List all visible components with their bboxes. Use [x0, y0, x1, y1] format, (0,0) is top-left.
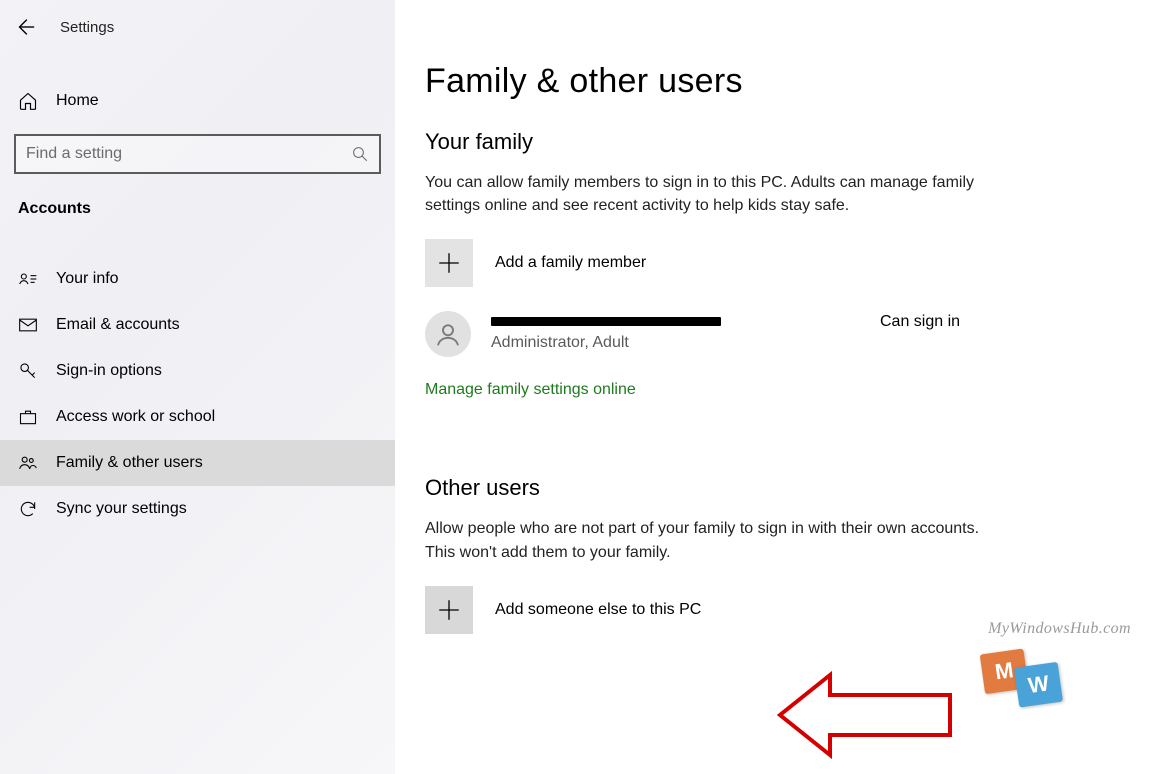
key-icon — [18, 361, 38, 381]
family-description: You can allow family members to sign in … — [425, 171, 985, 217]
plus-icon — [425, 239, 473, 287]
other-description: Allow people who are not part of your fa… — [425, 517, 985, 563]
app-title: Settings — [60, 19, 114, 36]
people-icon — [18, 453, 38, 473]
home-icon — [18, 91, 38, 111]
sidebar-item-access-work-school[interactable]: Access work or school — [0, 394, 395, 440]
sync-icon — [18, 499, 38, 519]
page-title: Family & other users — [425, 62, 1139, 101]
member-info: Administrator, Adult — [491, 317, 721, 352]
sidebar-item-label: Sync your settings — [56, 500, 187, 518]
add-other-user-label: Add someone else to this PC — [495, 601, 701, 619]
user-card-icon — [18, 269, 38, 289]
back-icon[interactable] — [14, 16, 36, 38]
member-role: Administrator, Adult — [491, 334, 721, 352]
sidebar-nav: Your info Email & accounts Sign-in optio… — [0, 256, 395, 532]
nav-home[interactable]: Home — [0, 78, 395, 124]
sidebar-section-label: Accounts — [0, 196, 395, 230]
sidebar: Settings Home Accounts Your info Email &… — [0, 0, 395, 774]
annotation-arrow — [775, 670, 955, 764]
manage-family-link[interactable]: Manage family settings online — [425, 381, 636, 399]
family-member-row[interactable]: Administrator, Adult Can sign in — [425, 311, 985, 357]
sidebar-item-email-accounts[interactable]: Email & accounts — [0, 302, 395, 348]
search-input[interactable] — [26, 145, 351, 163]
search-icon — [351, 145, 369, 163]
add-family-member-label: Add a family member — [495, 254, 646, 272]
sidebar-item-signin-options[interactable]: Sign-in options — [0, 348, 395, 394]
add-family-member-button[interactable]: Add a family member — [425, 239, 985, 287]
briefcase-icon — [18, 407, 38, 427]
member-name-redacted — [491, 317, 721, 326]
search-input-wrapper[interactable] — [14, 134, 381, 174]
watermark-tile-w: W — [1014, 662, 1063, 708]
sidebar-item-label: Your info — [56, 270, 119, 288]
nav-home-label: Home — [56, 92, 99, 110]
sidebar-item-label: Email & accounts — [56, 316, 180, 334]
avatar-icon — [425, 311, 471, 357]
member-status: Can sign in — [880, 313, 960, 331]
plus-icon — [425, 586, 473, 634]
sidebar-item-family-other-users[interactable]: Family & other users — [0, 440, 395, 486]
sidebar-item-label: Access work or school — [56, 408, 215, 426]
sidebar-item-sync-settings[interactable]: Sync your settings — [0, 486, 395, 532]
mail-icon — [18, 315, 38, 335]
sidebar-item-label: Family & other users — [56, 454, 203, 472]
add-other-user-button[interactable]: Add someone else to this PC — [425, 586, 985, 634]
titlebar: Settings — [0, 12, 395, 56]
sidebar-item-label: Sign-in options — [56, 362, 162, 380]
section-heading-other: Other users — [425, 475, 1139, 501]
sidebar-item-your-info[interactable]: Your info — [0, 256, 395, 302]
section-heading-family: Your family — [425, 129, 1139, 155]
main-content: Family & other users Your family You can… — [425, 62, 1139, 658]
